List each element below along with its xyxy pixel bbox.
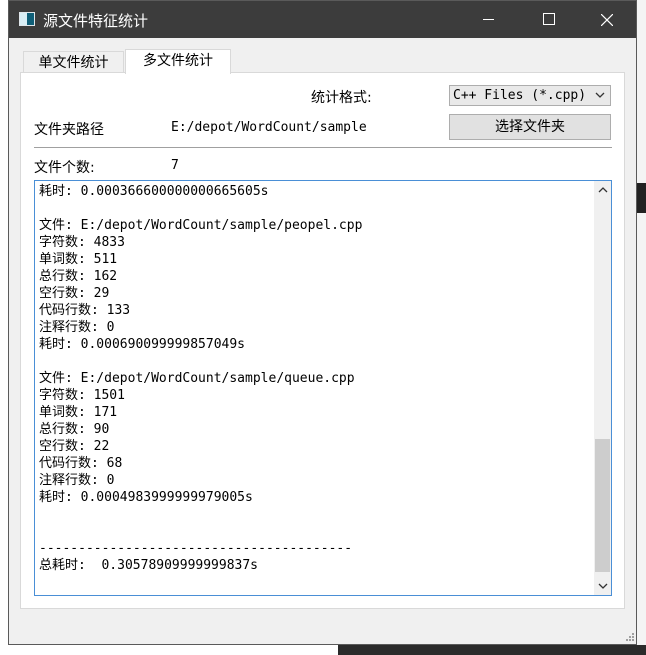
file-count-label: 文件个数: [34,160,95,176]
divider-highlight [34,148,612,149]
result-line: 单词数: 511 [39,252,118,267]
format-select-value: C++ Files (*.cpp) [453,88,587,103]
scroll-thumb[interactable] [595,439,610,572]
result-line [39,200,362,217]
folder-path-label: 文件夹路径 [34,122,104,138]
chevron-up-icon [598,187,607,193]
result-line: 耗时: 0.0004983999999979005s [39,490,253,505]
result-line: 代码行数: 133 [39,303,131,318]
background-dark-patch-bottom [338,645,646,655]
result-line: 字符数: 4833 [39,235,125,250]
result-line: 空行数: 29 [39,286,110,301]
folder-path-value: E:/depot/WordCount/sample [171,120,367,135]
tab-multi-file[interactable]: 多文件统计 [125,49,231,74]
result-line: 文件: E:/depot/WordCount/sample/peopel.cpp [39,218,363,233]
result-line: ---------------------------------------- [39,541,353,556]
scroll-down-button[interactable] [594,578,611,595]
results-textarea[interactable]: 耗时: 0.000366600000000665605s 文件: E:/depo… [34,180,612,596]
result-line: 总行数: 90 [39,422,110,437]
background-taskbar-strip [0,645,646,655]
close-button[interactable] [583,1,631,38]
chevron-down-icon [595,92,605,98]
title-bar[interactable]: 源文件特征统计 [9,1,636,38]
maximize-icon [543,13,555,25]
chevron-down-icon [598,583,607,589]
result-line: 耗时: 0.000366600000000665605s [39,184,269,199]
select-folder-button[interactable]: 选择文件夹 [449,114,611,140]
close-icon [601,14,613,26]
result-line: 字符数: 1501 [39,388,125,403]
scroll-up-button[interactable] [594,181,611,198]
results-text: 耗时: 0.000366600000000665605s 文件: E:/depo… [39,183,362,574]
minimize-icon [483,19,494,20]
app-window: 源文件特征统计 单文件统计 多文件统计 统计格式: C++ Files (*.c… [8,0,637,645]
result-line: 注释行数: 0 [39,473,115,488]
result-line: 总耗时: 0.30578909999999837s [39,558,259,573]
result-line: 文件: E:/depot/WordCount/sample/queue.cpp [39,371,355,386]
resize-grip-icon[interactable] [625,632,635,642]
tab-single-file[interactable]: 单文件统计 [23,51,124,73]
result-line [39,353,362,370]
vertical-scrollbar[interactable] [594,181,611,595]
format-label: 统计格式: [311,90,372,106]
window-title: 源文件特征统计 [43,12,149,30]
result-line [39,506,362,523]
format-select[interactable]: C++ Files (*.cpp) [449,85,611,106]
app-icon [19,12,35,26]
background-desktop-strip [637,0,646,655]
result-line: 总行数: 162 [39,269,118,284]
minimize-button[interactable] [464,1,512,38]
result-line: 代码行数: 68 [39,456,123,471]
result-line: 耗时: 0.000690099999857049s [39,337,246,352]
result-line: 注释行数: 0 [39,320,115,335]
result-line: 单词数: 171 [39,405,118,420]
maximize-button[interactable] [524,1,572,38]
result-line: 空行数: 22 [39,439,110,454]
result-line [39,523,362,540]
background-dark-patch [637,183,646,213]
file-count-value: 7 [171,158,179,173]
